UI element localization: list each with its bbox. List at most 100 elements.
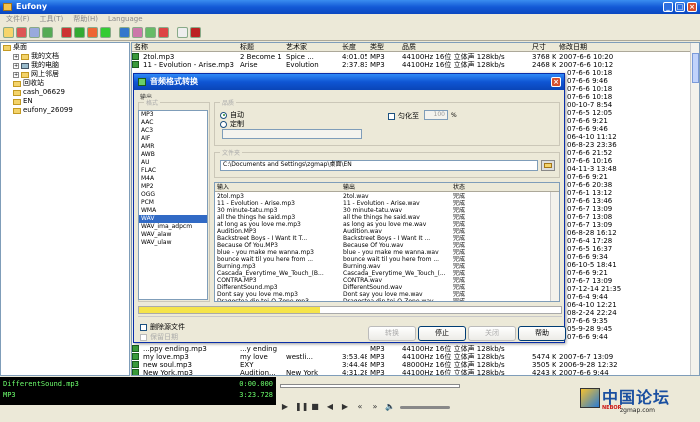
- refresh-icon[interactable]: [100, 27, 111, 38]
- rip-cd-icon[interactable]: [42, 27, 53, 38]
- keep-date-checkbox[interactable]: 保留日期: [140, 332, 178, 342]
- column-header[interactable]: 尺寸: [532, 43, 546, 52]
- quality-select[interactable]: [222, 129, 362, 139]
- normalize-checkbox[interactable]: 匀化至: [388, 111, 419, 121]
- format-option[interactable]: WAV_ima_adpcm: [139, 223, 207, 231]
- previous-icon[interactable]: ◀: [325, 402, 335, 412]
- format-option[interactable]: WAV: [139, 215, 207, 223]
- pause-icon[interactable]: ❚❚: [295, 402, 308, 412]
- format-option[interactable]: AMR: [139, 143, 207, 151]
- table-row[interactable]: 2tol.mp3 2 Become 1 Spice ... 4:01.057MP3 44…: [132, 53, 692, 61]
- cell-len: 4:31.281: [342, 369, 367, 376]
- file-list-scrollbar[interactable]: [690, 43, 699, 375]
- format-option[interactable]: AIF: [139, 135, 207, 143]
- column-header[interactable]: 名称: [134, 43, 148, 52]
- tools-icon[interactable]: [29, 27, 40, 38]
- tree-item[interactable]: + 网上邻居: [1, 70, 129, 79]
- date-cell: 06-8-23 23:36: [567, 141, 617, 149]
- format-option[interactable]: FLAC: [139, 167, 207, 175]
- minimize-button[interactable]: _: [663, 2, 673, 12]
- column-header[interactable]: 标题: [240, 43, 254, 52]
- custom-radio[interactable]: 定制: [220, 119, 244, 129]
- record-icon[interactable]: [61, 27, 72, 38]
- format-list[interactable]: MP3 AAC AC3 AIF AMR AWB AU FLAC M4A MP2 OGG PCM WMA W…: [138, 110, 208, 300]
- stop-button[interactable]: 停止: [418, 326, 466, 341]
- table-row[interactable]: New York.mp3 Audition... New York 4:31.281M…: [132, 369, 692, 376]
- merge-icon[interactable]: [74, 27, 85, 38]
- format-option[interactable]: WMA: [139, 207, 207, 215]
- format-option[interactable]: WAV_alaw: [139, 231, 207, 239]
- tree-item[interactable]: 桌面: [1, 43, 129, 52]
- expand-icon[interactable]: +: [13, 71, 19, 78]
- conversion-table: 输入 输出 状态 2tol.mp3 2tol.wav 完成 11 - Evolutio…: [214, 182, 560, 302]
- format-option[interactable]: PCM: [139, 199, 207, 207]
- browse-folder-button[interactable]: [541, 160, 555, 171]
- format-option[interactable]: AAC: [139, 119, 207, 127]
- format-option[interactable]: MP2: [139, 183, 207, 191]
- folder-input[interactable]: C:\Documents and Settings\zgmap\桌面\EN: [220, 160, 538, 171]
- forward-icon[interactable]: »: [370, 402, 380, 412]
- edit-tag-icon[interactable]: [132, 27, 143, 38]
- menu-tools[interactable]: 工具(T): [40, 14, 64, 25]
- format-option[interactable]: AC3: [139, 127, 207, 135]
- burn-icon[interactable]: [119, 27, 130, 38]
- help-button[interactable]: 帮助: [518, 326, 566, 341]
- convert-icon[interactable]: [16, 27, 27, 38]
- delete-source-checkbox[interactable]: 删除源文件: [140, 322, 185, 332]
- tree-item[interactable]: 回收站: [1, 79, 129, 88]
- open-folder-icon[interactable]: [3, 27, 14, 38]
- next-icon[interactable]: ▶: [340, 402, 350, 412]
- tree-item-label: 网上邻居: [31, 70, 59, 78]
- play-icon[interactable]: ▶: [280, 402, 290, 412]
- column-header[interactable]: 修改日期: [559, 43, 587, 52]
- menu-file[interactable]: 文件(F): [6, 14, 30, 25]
- cell-type: MP3: [370, 345, 385, 353]
- format-option[interactable]: AU: [139, 159, 207, 167]
- convert-button[interactable]: 转换: [368, 326, 416, 341]
- normalize-input[interactable]: 100: [424, 110, 448, 120]
- volume-slider[interactable]: [400, 405, 450, 409]
- tree-item[interactable]: EN: [1, 97, 129, 106]
- close-button[interactable]: ×: [687, 2, 697, 12]
- home-icon[interactable]: [177, 27, 188, 38]
- tree-item[interactable]: cash_06629: [1, 88, 129, 97]
- conversion-table-scrollbar[interactable]: [550, 192, 559, 301]
- tree-item[interactable]: + 我的电脑: [1, 61, 129, 70]
- tree-item[interactable]: + 我的文档: [1, 52, 129, 61]
- expand-icon[interactable]: +: [13, 53, 19, 60]
- stop-icon[interactable]: ■: [310, 402, 320, 412]
- seek-bar[interactable]: [280, 384, 460, 388]
- column-header[interactable]: 艺术家: [286, 43, 307, 52]
- column-header[interactable]: 品质: [402, 43, 416, 52]
- expand-icon[interactable]: +: [13, 62, 19, 69]
- menu-language[interactable]: Language: [108, 14, 143, 25]
- rewind-icon[interactable]: «: [355, 402, 365, 412]
- conversion-row[interactable]: Dragostea din tei-O-Zone.mp3 Dragostea di…: [215, 298, 550, 301]
- column-header[interactable]: 类型: [370, 43, 384, 52]
- maximize-button[interactable]: □: [675, 2, 685, 12]
- table-row[interactable]: new soul.mp3 EXY 3:44.480MP3 48000Hz 16位 立体…: [132, 361, 692, 369]
- tree-item[interactable]: eufony_26099: [1, 106, 129, 115]
- column-header[interactable]: 长度: [342, 43, 356, 52]
- menu-help[interactable]: 帮助(H): [73, 14, 98, 25]
- dialog-close-button[interactable]: ×: [551, 77, 561, 87]
- format-option[interactable]: OGG: [139, 191, 207, 199]
- date-cell: 05-9-28 9:45: [567, 325, 613, 333]
- table-row[interactable]: ...ppy ending.mp3 ...y ending MP3 44100Hz 1…: [132, 345, 692, 353]
- cut-icon[interactable]: [87, 27, 98, 38]
- format-option[interactable]: AWB: [139, 151, 207, 159]
- about-icon[interactable]: [190, 27, 201, 38]
- dialog-close-btn[interactable]: 关闭: [468, 326, 516, 341]
- col-status[interactable]: 状态: [453, 183, 465, 192]
- video-icon[interactable]: [158, 27, 169, 38]
- col-input[interactable]: 输入: [217, 183, 229, 192]
- format-option[interactable]: M4A: [139, 175, 207, 183]
- cell-type: MP3: [370, 361, 385, 369]
- col-output[interactable]: 输出: [343, 183, 355, 192]
- format-option[interactable]: MP3: [139, 111, 207, 119]
- folder-icon: [3, 44, 11, 51]
- format-option[interactable]: WAV_ulaw: [139, 239, 207, 247]
- table-row[interactable]: my love.mp3 my love westli... 3:53.482MP3 44…: [132, 353, 692, 361]
- ringtone-icon[interactable]: [145, 27, 156, 38]
- table-row[interactable]: 11 - Evolution - Arise.mp3 Arise Evolution…: [132, 61, 692, 69]
